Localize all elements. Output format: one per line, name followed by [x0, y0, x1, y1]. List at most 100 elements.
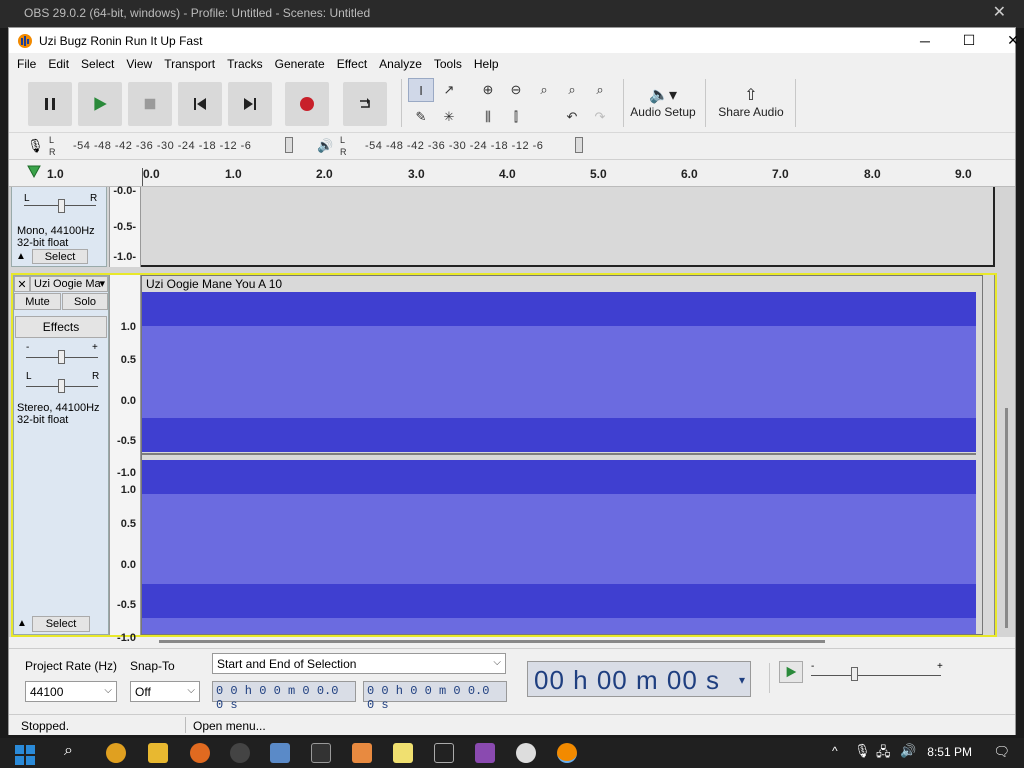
- effects-button[interactable]: Effects: [15, 316, 107, 338]
- undo-button[interactable]: ↶: [559, 105, 585, 129]
- pan-slider-thumb[interactable]: [58, 379, 65, 393]
- taskbar-clock[interactable]: 8:51 PM: [927, 745, 972, 759]
- app-icon[interactable]: [270, 743, 290, 763]
- trim-icon: ⫼: [485, 109, 491, 124]
- tray-chevron-icon[interactable]: ^: [832, 744, 838, 758]
- redo-button[interactable]: ↷: [587, 105, 613, 129]
- menu-effect[interactable]: Effect: [331, 57, 373, 71]
- selection-end-time[interactable]: 0 0 h 0 0 m 0 0.0 0 s: [363, 681, 507, 712]
- menu-help[interactable]: Help: [468, 57, 505, 71]
- app-icon[interactable]: [352, 743, 372, 763]
- selection-tool-button[interactable]: I: [408, 78, 434, 102]
- track1-vertical-scale[interactable]: -0.0- -0.5- -1.0-: [109, 185, 141, 267]
- speed-slider-track[interactable]: [811, 675, 941, 676]
- track1-select-button[interactable]: Select: [32, 249, 88, 264]
- notification-icon[interactable]: 🗨: [993, 744, 1010, 760]
- fit-selection-button[interactable]: ⌕: [531, 78, 557, 102]
- maximize-button[interactable]: ☐: [947, 28, 991, 53]
- play-meter-scale[interactable]: -54 -48 -42 -36 -30 -24 -18 -12 -6: [365, 140, 543, 152]
- selection-mode-dropdown[interactable]: Start and End of Selection ⌵: [212, 653, 506, 674]
- media-player-icon[interactable]: [516, 743, 536, 763]
- record-button[interactable]: [285, 82, 329, 126]
- project-rate-dropdown[interactable]: 44100 ⌵: [25, 681, 117, 702]
- minimize-button[interactable]: ─: [903, 28, 947, 53]
- multi-tool-button[interactable]: ✳: [436, 105, 462, 129]
- zoom-out-button[interactable]: ⊖: [503, 78, 529, 102]
- selection-start-time[interactable]: 0 0 h 0 0 m 0 0.0 0 s: [212, 681, 356, 712]
- speed-slider-thumb[interactable]: [851, 667, 858, 681]
- skip-to-end-button[interactable]: [228, 82, 272, 126]
- menu-view[interactable]: View: [120, 57, 158, 71]
- trim-audio-button[interactable]: ⫼: [475, 105, 501, 129]
- menu-generate[interactable]: Generate: [269, 57, 331, 71]
- play-at-speed-button[interactable]: [779, 661, 803, 683]
- track1-empty-wave-area[interactable]: [141, 187, 995, 267]
- track2-vertical-scale[interactable]: 1.0 0.5 0.0 -0.5 -1.0 1.0 0.5 0.0 -0.5 -…: [109, 303, 141, 644]
- menu-transport[interactable]: Transport: [158, 57, 221, 71]
- chrome-icon[interactable]: [106, 743, 126, 763]
- volume-icon[interactable]: 🔊: [900, 743, 916, 759]
- terminal-icon[interactable]: [311, 743, 331, 763]
- pause-button[interactable]: [28, 82, 72, 126]
- mute-button[interactable]: Mute: [14, 293, 61, 310]
- time-format-chevron-icon[interactable]: ▾: [739, 662, 746, 698]
- menu-tracks[interactable]: Tracks: [221, 57, 269, 71]
- menu-analyze[interactable]: Analyze: [373, 57, 428, 71]
- menu-tools[interactable]: Tools: [428, 57, 468, 71]
- menu-select[interactable]: Select: [75, 57, 120, 71]
- windows-start-icon[interactable]: [14, 744, 36, 766]
- close-button[interactable]: ✕: [991, 28, 1024, 53]
- zoom-in-button[interactable]: ⊕: [475, 78, 501, 102]
- share-audio-button[interactable]: ⇧ Share Audio: [713, 77, 789, 127]
- track2-name-button[interactable]: Uzi Oogie Ma ▾: [30, 276, 108, 292]
- stop-button[interactable]: [128, 82, 172, 126]
- network-icon[interactable]: 🖧: [876, 743, 891, 765]
- microphone-icon[interactable]: 🎙: [27, 138, 44, 154]
- track1-pan-thumb[interactable]: [58, 199, 65, 213]
- file-explorer-icon[interactable]: [148, 743, 168, 763]
- notepad-icon[interactable]: [393, 743, 413, 763]
- audacity-taskbar-icon[interactable]: [557, 743, 577, 763]
- audio-setup-button[interactable]: 🔈▾ Audio Setup: [629, 77, 697, 127]
- play-button[interactable]: [78, 82, 122, 126]
- gain-slider-thumb[interactable]: [58, 350, 65, 364]
- envelope-tool-button[interactable]: ↗: [436, 78, 462, 102]
- track2-select-button[interactable]: Select: [32, 616, 90, 632]
- firefox-icon[interactable]: [190, 743, 210, 763]
- snap-to-dropdown[interactable]: Off ⌵: [130, 681, 200, 702]
- search-icon[interactable]: ⌕: [64, 742, 73, 760]
- fit-project-button[interactable]: ⌕: [559, 78, 585, 102]
- record-meter-slider[interactable]: [285, 137, 293, 153]
- waveform[interactable]: [142, 292, 976, 634]
- skip-to-start-button[interactable]: [178, 82, 222, 126]
- loop-button[interactable]: [343, 82, 387, 126]
- audio-clip[interactable]: Uzi Oogie Mane You A 10: [141, 275, 983, 635]
- clip-title-bar[interactable]: Uzi Oogie Mane You A 10: [142, 276, 982, 292]
- track1-collapse-icon[interactable]: ▲: [16, 251, 26, 262]
- playback-speaker-icon[interactable]: 🔊: [317, 138, 333, 154]
- background-close-icon[interactable]: ✕: [993, 2, 1006, 22]
- waveform-left-peak-bottom: [142, 418, 976, 452]
- envelope-icon: ↗: [443, 82, 455, 97]
- menu-file[interactable]: File: [11, 57, 42, 71]
- app-icon[interactable]: [475, 743, 495, 763]
- play-meter-slider[interactable]: [575, 137, 583, 153]
- zoom-toggle-button[interactable]: ⌕: [587, 78, 613, 102]
- waveform-left-peak-top: [142, 292, 976, 326]
- vertical-scrollbar[interactable]: [1005, 408, 1008, 628]
- obs-icon[interactable]: [230, 743, 250, 763]
- solo-button[interactable]: Solo: [62, 293, 108, 310]
- silence-audio-button[interactable]: ⫿: [503, 105, 529, 129]
- playhead-pin-icon[interactable]: [27, 165, 41, 179]
- audio-position-display[interactable]: 00 h 00 m 00 s ▾: [527, 661, 751, 697]
- track2-collapse-icon[interactable]: ▲: [17, 618, 27, 629]
- menu-edit[interactable]: Edit: [42, 57, 75, 71]
- record-meter-scale[interactable]: -54 -48 -42 -36 -30 -24 -18 -12 -6: [73, 140, 251, 152]
- timeline-ruler[interactable]: 1.0 0.0 1.0 2.0 3.0 4.0 5.0 6.0 7.0 8.0 …: [9, 160, 1015, 187]
- draw-tool-button[interactable]: ✎: [408, 105, 434, 129]
- 7zip-icon[interactable]: [434, 743, 454, 763]
- menu-bar: File Edit Select View Transport Tracks G…: [9, 53, 1015, 75]
- horizontal-scrollbar[interactable]: [159, 640, 825, 643]
- microphone-tray-icon[interactable]: 🎙: [854, 743, 871, 759]
- track2-close-button[interactable]: ✕: [14, 276, 30, 292]
